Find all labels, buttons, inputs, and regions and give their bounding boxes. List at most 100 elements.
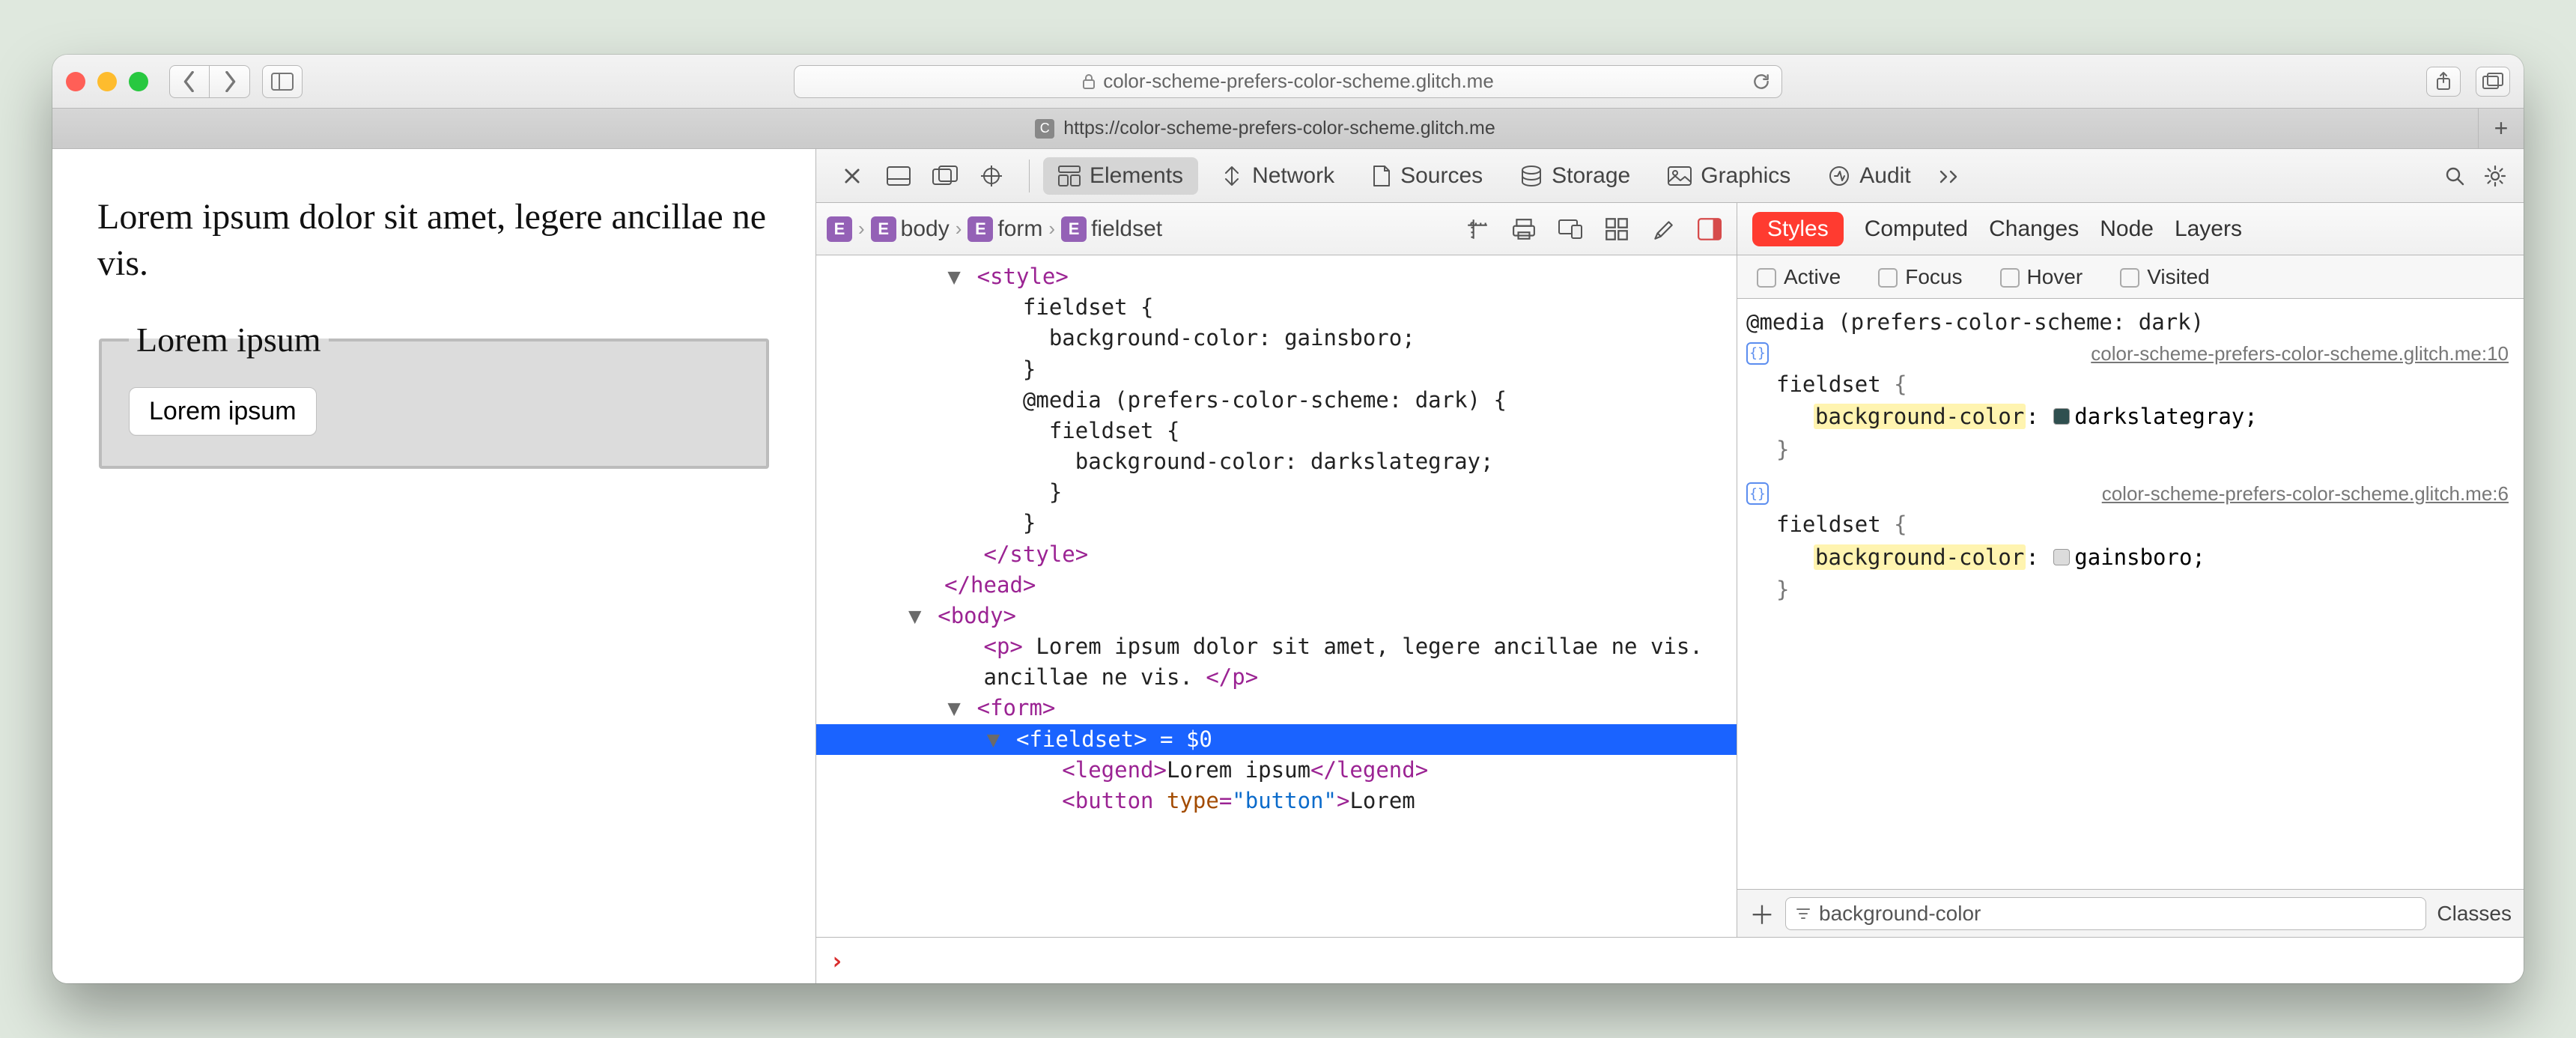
tab-elements-label: Elements [1090,163,1183,189]
safari-window: color-scheme-prefers-color-scheme.glitch… [52,55,2524,983]
force-pseudo-row: Active Focus Hover Visited [1737,255,2524,299]
search-icon[interactable] [2438,160,2471,192]
styles-tab-changes[interactable]: Changes [1989,216,2079,242]
color-swatch[interactable] [2053,408,2070,425]
dom-selected-node: ▼ <fieldset> = $0 [816,724,1737,755]
tab-graphics-label: Graphics [1701,163,1790,189]
tab-graphics[interactable]: Graphics [1653,157,1805,195]
filter-icon [1795,905,1811,922]
stylesheet-icon: {} [1746,342,1769,365]
back-button[interactable] [169,65,210,98]
close-window-button[interactable] [66,72,85,91]
network-icon [1221,165,1243,187]
dom-tree[interactable]: ▼ <style> fieldset { background-color: g… [816,255,1737,937]
forward-button[interactable] [210,65,250,98]
breadcrumb-item[interactable]: Efieldset [1061,216,1162,242]
console-chevron-icon: › [830,947,844,975]
browser-tab-title: https://color-scheme-prefers-color-schem… [1063,118,1495,139]
tab-network[interactable]: Network [1206,157,1349,195]
overflow-chevron-icon[interactable] [1933,160,1966,192]
tab-storage-label: Storage [1552,163,1630,189]
minimize-window-button[interactable] [97,72,117,91]
styles-tab-styles[interactable]: Styles [1752,212,1844,246]
styles-filter-input[interactable]: background-color [1785,897,2426,930]
tab-sources[interactable]: Sources [1357,157,1498,195]
styles-tab-layers[interactable]: Layers [2175,216,2242,242]
address-bar[interactable]: color-scheme-prefers-color-scheme.glitch… [794,65,1782,98]
tab-sources-label: Sources [1400,163,1483,189]
inspect-element-icon[interactable] [975,160,1008,192]
style-rule: {} color-scheme-prefers-color-scheme.gli… [1746,479,2509,607]
force-focus[interactable]: Focus [1878,265,1962,289]
breadcrumb-item[interactable]: Ebody [871,216,950,242]
force-hover[interactable]: Hover [2000,265,2083,289]
page-button[interactable]: Lorem ipsum [129,387,317,436]
inspector-main: E › Ebody › Eform › Efieldset [816,203,2524,937]
audit-icon [1828,165,1850,187]
media-emulation-icon[interactable] [1554,213,1587,246]
dock-bottom-icon[interactable] [882,160,915,192]
sidebar-toggle-button[interactable] [262,65,303,98]
tabs-overview-button[interactable] [2476,67,2510,97]
rulers-icon[interactable] [1461,213,1494,246]
style-rule: @media (prefers-color-scheme: dark) {} c… [1746,306,2509,466]
inspector-toolbar: Elements Network Sources Storage Graphic… [816,149,2524,203]
details-sidebar-icon[interactable] [1693,213,1726,246]
console-prompt[interactable]: › [816,937,2524,983]
page-legend: Lorem ipsum [129,318,329,362]
tab-audit-label: Audit [1859,163,1910,189]
favicon-icon: C [1035,119,1054,139]
classes-toggle-button[interactable]: Classes [2437,902,2512,926]
share-button[interactable] [2426,67,2461,97]
rendered-page: Lorem ipsum dolor sit amet, legere ancil… [52,149,816,983]
elements-pane: E › Ebody › Eform › Efieldset [816,203,1737,937]
new-tab-button[interactable]: + [2479,109,2524,148]
nav-arrows [169,65,250,98]
paint-flashing-icon[interactable] [1647,213,1680,246]
web-inspector: Elements Network Sources Storage Graphic… [816,149,2524,983]
tab-network-label: Network [1252,163,1334,189]
styles-pane: Styles Computed Changes Node Layers Acti… [1737,203,2524,937]
settings-gear-icon[interactable] [2479,160,2512,192]
close-inspector-button[interactable] [836,160,869,192]
reload-icon[interactable] [1752,72,1771,91]
browser-tab[interactable]: C https://color-scheme-prefers-color-sch… [52,109,2479,148]
breadcrumb-root[interactable]: E [827,216,852,242]
traffic-lights [66,72,148,91]
stylesheet-icon: {} [1746,482,1769,505]
breadcrumb-bar: E › Ebody › Eform › Efieldset [816,203,1737,255]
source-link[interactable]: color-scheme-prefers-color-scheme.glitch… [2091,339,2509,368]
new-rule-button[interactable]: ＋ [1749,895,1775,932]
sources-icon [1372,164,1391,188]
tab-elements[interactable]: Elements [1043,157,1198,195]
force-active[interactable]: Active [1757,265,1841,289]
tab-audit[interactable]: Audit [1813,157,1925,195]
page-paragraph: Lorem ipsum dolor sit amet, legere ancil… [97,194,771,288]
lock-icon [1082,73,1096,90]
titlebar-right [2426,67,2510,97]
zoom-window-button[interactable] [129,72,148,91]
media-query: @media (prefers-color-scheme: dark) [1746,306,2509,339]
styles-tab-node[interactable]: Node [2100,216,2154,242]
styles-tab-computed[interactable]: Computed [1865,216,1968,242]
browser-tab-strip: C https://color-scheme-prefers-color-sch… [52,109,2524,149]
composited-borders-icon[interactable] [1600,213,1633,246]
source-link[interactable]: color-scheme-prefers-color-scheme.glitch… [2102,479,2509,509]
force-visited[interactable]: Visited [2120,265,2210,289]
dock-side-icon[interactable] [929,160,962,192]
address-bar-text: color-scheme-prefers-color-scheme.glitch… [1103,70,1494,93]
styles-rules[interactable]: @media (prefers-color-scheme: dark) {} c… [1737,299,2524,889]
elements-toolbar-icons [1461,213,1726,246]
titlebar: color-scheme-prefers-color-scheme.glitch… [52,55,2524,109]
color-swatch[interactable] [2053,549,2070,565]
print-styles-icon[interactable] [1507,213,1540,246]
page-fieldset: Lorem ipsum Lorem ipsum [99,318,769,469]
content-split: Lorem ipsum dolor sit amet, legere ancil… [52,149,2524,983]
elements-icon [1058,166,1081,186]
breadcrumb-item[interactable]: Eform [967,216,1042,242]
styles-pane-tabs: Styles Computed Changes Node Layers [1737,203,2524,255]
styles-footer: ＋ background-color Classes [1737,889,2524,937]
graphics-icon [1668,166,1692,186]
tab-storage[interactable]: Storage [1505,157,1645,195]
storage-icon [1520,165,1543,187]
